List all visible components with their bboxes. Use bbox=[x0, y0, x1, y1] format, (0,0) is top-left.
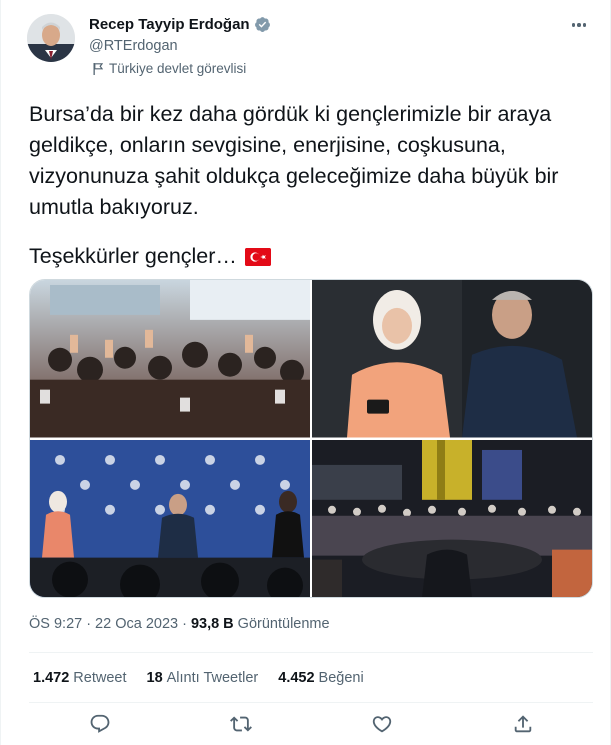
reply-icon bbox=[90, 714, 109, 733]
meta-separator: · bbox=[182, 616, 187, 632]
verified-badge-icon bbox=[254, 16, 271, 33]
media-grid bbox=[29, 279, 593, 598]
views-label: Görüntülenme bbox=[237, 616, 330, 632]
likes-count: 4.452 bbox=[278, 670, 315, 686]
tweet-text: Bursa’da bir kez daha gördük ki gençleri… bbox=[29, 102, 559, 219]
account-label: Türkiye devlet görevlisi bbox=[93, 61, 246, 76]
retweets-label: Retweet bbox=[73, 670, 127, 686]
photo-crowd-selfies[interactable] bbox=[30, 280, 310, 438]
share-button[interactable] bbox=[511, 712, 535, 736]
more-dot bbox=[577, 23, 581, 27]
more-options-button[interactable] bbox=[568, 14, 590, 36]
tweet-thanks-text: Teşekkürler gençler… bbox=[29, 244, 237, 268]
photo-conversation[interactable] bbox=[312, 280, 592, 438]
more-horizontal-icon bbox=[571, 23, 576, 27]
likes-label: Beğeni bbox=[318, 670, 364, 686]
likes-stat[interactable]: 4.452 Beğeni bbox=[278, 670, 363, 686]
photo-hall-crowd[interactable] bbox=[312, 439, 592, 597]
retweet-button[interactable] bbox=[229, 712, 253, 736]
engagement-stats: 1.472 Retweet 18 Alıntı Tweetler 4.452 B… bbox=[33, 670, 364, 686]
quotes-label: Alıntı Tweetler bbox=[166, 670, 259, 686]
more-dot bbox=[582, 23, 587, 27]
turkey-flag-emoji bbox=[244, 247, 271, 266]
tweet-card: Recep Tayyip Erdoğan @RTErdogan Türkiye … bbox=[0, 0, 611, 745]
photo-stage-event[interactable] bbox=[30, 439, 310, 597]
quotes-count: 18 bbox=[146, 670, 163, 686]
meta-separator: · bbox=[86, 616, 92, 632]
author-handle[interactable]: @RTErdogan bbox=[89, 38, 178, 54]
reply-button[interactable] bbox=[88, 712, 112, 736]
share-icon bbox=[514, 715, 531, 733]
author-name[interactable]: Recep Tayyip Erdoğan bbox=[89, 16, 250, 33]
flag-icon bbox=[93, 62, 104, 75]
retweet-icon bbox=[229, 716, 252, 732]
heart-icon bbox=[372, 716, 391, 733]
quotes-stat[interactable]: 18 Alıntı Tweetler bbox=[147, 670, 259, 686]
views-count: 93,8 B bbox=[190, 616, 234, 632]
tweet-date[interactable]: 22 Oca 2023 bbox=[95, 616, 178, 632]
like-button[interactable] bbox=[370, 712, 394, 736]
author-name-row[interactable]: Recep Tayyip Erdoğan bbox=[89, 16, 271, 33]
divider bbox=[29, 702, 593, 703]
tweet-meta: ÖS 9:27 · 22 Oca 2023 · 93,8 B Görüntüle… bbox=[29, 616, 330, 632]
avatar[interactable] bbox=[27, 14, 75, 62]
retweets-count: 1.472 bbox=[33, 670, 70, 686]
tweet-thanks-line: Teşekkürler gençler… bbox=[29, 241, 271, 272]
retweets-stat[interactable]: 1.472 Retweet bbox=[33, 670, 127, 686]
action-bar bbox=[29, 712, 593, 736]
divider bbox=[29, 652, 593, 653]
tweet-time[interactable]: ÖS 9:27 bbox=[29, 616, 82, 632]
account-label-text: Türkiye devlet görevlisi bbox=[109, 61, 247, 76]
